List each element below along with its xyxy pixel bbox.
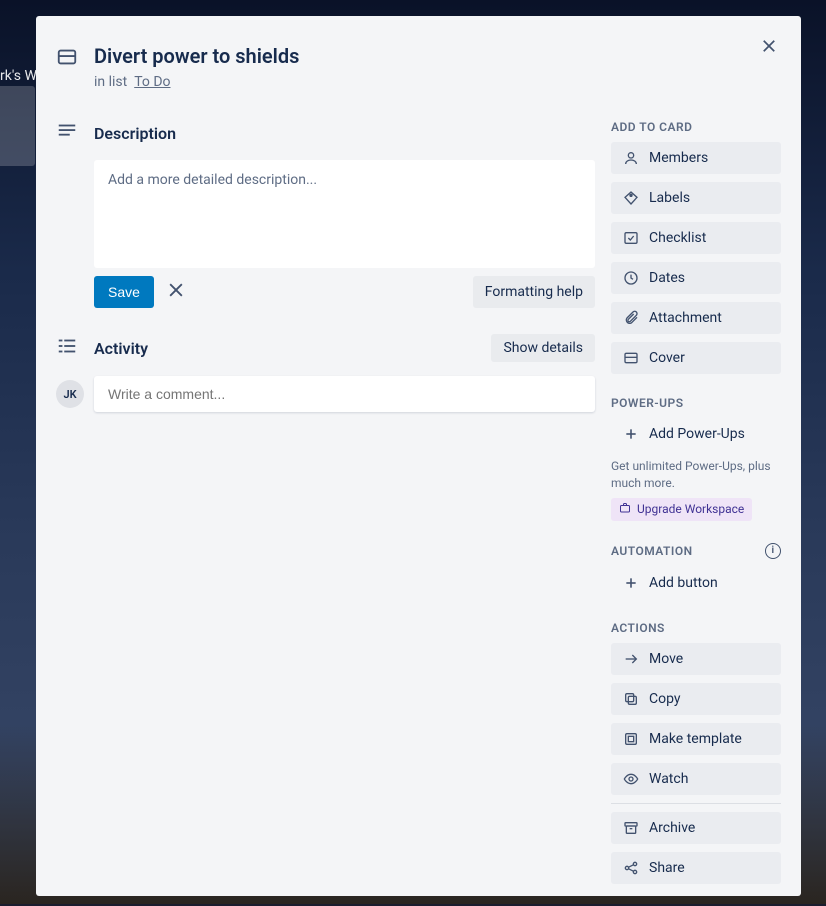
- make-template-button[interactable]: Make template: [611, 723, 781, 755]
- workspace-name-partial: rk's W: [0, 68, 37, 84]
- briefcase-icon: [619, 502, 631, 517]
- card-modal: Divert power to shields in list To Do De…: [36, 16, 801, 896]
- copy-icon: [623, 691, 639, 707]
- plus-icon: [623, 575, 639, 591]
- copy-label: Copy: [649, 691, 681, 707]
- share-icon: [623, 860, 639, 876]
- labels-button[interactable]: Labels: [611, 182, 781, 214]
- share-button[interactable]: Share: [611, 852, 781, 884]
- list-prefix: in list: [94, 74, 127, 90]
- description-textarea[interactable]: Add a more detailed description...: [94, 160, 595, 268]
- paperclip-icon: [623, 310, 639, 326]
- make-template-label: Make template: [649, 731, 742, 747]
- user-icon: [623, 150, 639, 166]
- members-label: Members: [649, 150, 708, 166]
- close-button[interactable]: [753, 32, 785, 64]
- copy-button[interactable]: Copy: [611, 683, 781, 715]
- plus-icon: [623, 426, 639, 442]
- arrow-right-icon: [623, 651, 639, 667]
- checklist-label: Checklist: [649, 230, 706, 246]
- powerups-heading: POWER-UPS: [611, 396, 781, 410]
- members-button[interactable]: Members: [611, 142, 781, 174]
- checklist-button[interactable]: Checklist: [611, 222, 781, 254]
- background-list-fragment: [0, 86, 35, 166]
- labels-label: Labels: [649, 190, 690, 206]
- add-to-card-heading: ADD TO CARD: [611, 120, 781, 134]
- template-icon: [623, 731, 639, 747]
- tag-icon: [623, 190, 639, 206]
- activity-icon: [56, 335, 80, 361]
- add-powerups-label: Add Power-Ups: [649, 426, 745, 442]
- eye-icon: [623, 771, 639, 787]
- actions-heading: ACTIONS: [611, 621, 781, 635]
- dates-label: Dates: [649, 270, 685, 286]
- description-icon: [56, 120, 80, 146]
- card-header-icon: [56, 42, 80, 72]
- cover-label: Cover: [649, 350, 685, 366]
- upgrade-workspace-button[interactable]: Upgrade Workspace: [611, 498, 752, 521]
- checklist-icon: [623, 230, 639, 246]
- cancel-button[interactable]: [164, 280, 188, 304]
- move-label: Move: [649, 651, 683, 667]
- save-button[interactable]: Save: [94, 276, 154, 308]
- description-heading: Description: [94, 124, 595, 143]
- activity-heading: Activity: [94, 339, 477, 358]
- automation-heading: AUTOMATION i: [611, 543, 781, 559]
- add-powerups-button[interactable]: Add Power-Ups: [611, 418, 781, 450]
- user-avatar[interactable]: JK: [56, 380, 84, 408]
- move-button[interactable]: Move: [611, 643, 781, 675]
- list-link[interactable]: To Do: [134, 74, 170, 90]
- show-details-button[interactable]: Show details: [491, 334, 595, 362]
- formatting-help-button[interactable]: Formatting help: [473, 276, 595, 308]
- archive-label: Archive: [649, 820, 695, 836]
- powerups-note: Get unlimited Power-Ups, plus much more.: [611, 458, 781, 492]
- cover-button[interactable]: Cover: [611, 342, 781, 374]
- upgrade-label: Upgrade Workspace: [637, 502, 744, 516]
- close-icon: [760, 37, 778, 59]
- card-list-info: in list To Do: [94, 74, 299, 90]
- close-icon: [166, 280, 186, 305]
- add-automation-button[interactable]: Add button: [611, 567, 781, 599]
- dates-button[interactable]: Dates: [611, 262, 781, 294]
- comment-input[interactable]: [94, 376, 595, 412]
- actions-divider: [611, 803, 781, 804]
- watch-label: Watch: [649, 771, 688, 787]
- attachment-button[interactable]: Attachment: [611, 302, 781, 334]
- attachment-label: Attachment: [649, 310, 722, 326]
- cover-icon: [623, 350, 639, 366]
- card-title[interactable]: Divert power to shields: [94, 42, 299, 70]
- clock-icon: [623, 270, 639, 286]
- add-automation-label: Add button: [649, 575, 718, 591]
- archive-button[interactable]: Archive: [611, 812, 781, 844]
- info-icon[interactable]: i: [765, 543, 781, 559]
- share-label: Share: [649, 860, 685, 876]
- archive-icon: [623, 820, 639, 836]
- watch-button[interactable]: Watch: [611, 763, 781, 795]
